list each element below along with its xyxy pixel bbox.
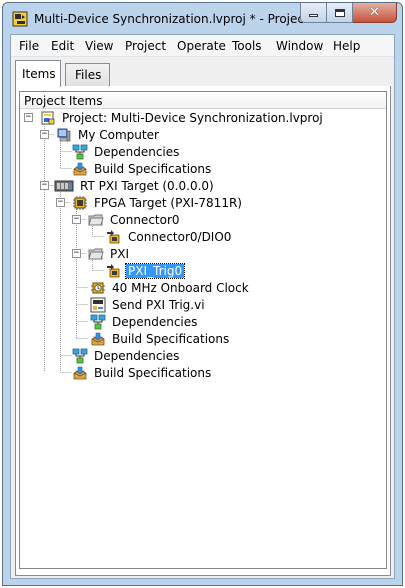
tab-strip: Items Files <box>11 58 394 109</box>
tree-item-my-computer[interactable]: − My Computer <box>40 126 161 143</box>
io-item-icon <box>107 263 120 277</box>
fpga-target-icon <box>73 195 87 210</box>
tab-files[interactable]: Files <box>65 63 110 86</box>
close-icon: ✕ <box>369 5 380 20</box>
computer-icon <box>57 128 71 141</box>
dependencies-icon <box>72 348 88 363</box>
tree-item-label: RT PXI Target (0.0.0.0) <box>80 178 214 193</box>
collapse-toggle[interactable]: − <box>40 181 49 190</box>
menu-project[interactable]: Project <box>125 39 166 53</box>
menu-tools[interactable]: Tools <box>232 39 262 53</box>
tree-item-label: FPGA Target (PXI-7811R) <box>94 195 242 210</box>
folder-icon <box>88 248 104 259</box>
tree-item-label: Build Specifications <box>112 331 230 346</box>
tree-item-label-selected: PXI_Trig0 <box>124 262 186 279</box>
title-bar[interactable]: Multi-Device Synchronization.lvproj * - … <box>3 3 402 34</box>
tree-item-fpga-target[interactable]: − FPGA Target (PXI-7811R) <box>56 194 244 211</box>
tree-item-pxi-folder[interactable]: − PXI <box>72 245 131 262</box>
clock-icon <box>91 282 105 293</box>
tree-item-label: Dependencies <box>112 314 198 329</box>
tree-item-label: Project: Multi-Device Synchronization.lv… <box>62 110 323 125</box>
tree-item-pxi-trig0[interactable]: PXI_Trig0 <box>106 262 186 279</box>
minimize-icon <box>309 14 318 17</box>
collapse-toggle[interactable]: − <box>72 215 81 224</box>
labview-project-icon <box>12 11 28 27</box>
tree-item-label: Send PXI Trig.vi <box>112 297 205 312</box>
tree-item-label: Build Specifications <box>94 161 212 176</box>
window-title: Multi-Device Synchronization.lvproj * - … <box>34 12 321 26</box>
menu-view[interactable]: View <box>85 39 113 53</box>
client-area: File Edit View Project Operate Tools Win… <box>10 34 395 579</box>
project-icon <box>41 111 55 124</box>
tree-item-send-pxi-trig-vi[interactable]: Send PXI Trig.vi <box>90 296 207 313</box>
tab-items[interactable]: Items <box>15 60 61 87</box>
tree-item-dependencies[interactable]: Dependencies <box>90 313 199 330</box>
tree-item-build-specifications[interactable]: Build Specifications <box>90 330 231 347</box>
tree-item-label: My Computer <box>78 127 159 142</box>
tree-item-label: Build Specifications <box>94 365 212 380</box>
maximize-button[interactable] <box>327 3 353 23</box>
tree-item-project[interactable]: − Project: Multi-Device Synchronization.… <box>24 109 325 126</box>
minimize-button[interactable] <box>300 3 327 23</box>
tree-item-onboard-clock[interactable]: 40 MHz Onboard Clock <box>90 279 251 296</box>
project-explorer-window: Multi-Device Synchronization.lvproj * - … <box>2 2 403 586</box>
vi-icon <box>90 297 106 312</box>
tree-item-dependencies[interactable]: Dependencies <box>72 143 181 160</box>
menu-file[interactable]: File <box>19 39 39 53</box>
tree-item-label: Dependencies <box>94 144 180 159</box>
window-controls: ✕ <box>300 3 397 23</box>
dependencies-icon <box>72 144 88 159</box>
menu-window[interactable]: Window <box>276 39 323 53</box>
tree-item-rt-pxi-target[interactable]: − RT PXI Target (0.0.0.0) <box>40 177 216 194</box>
tree-item-build-specifications[interactable]: Build Specifications <box>72 364 213 381</box>
tree-item-label: PXI <box>110 246 129 261</box>
collapse-toggle[interactable]: − <box>40 130 49 139</box>
tree-item-label: Connector0/DIO0 <box>128 229 232 244</box>
tree-item-build-specifications[interactable]: Build Specifications <box>72 160 213 177</box>
tree-item-connector0[interactable]: − Connector0 <box>72 211 182 228</box>
dependencies-icon <box>90 314 106 329</box>
project-tree[interactable]: Project Items − Project: Multi-Device Sy… <box>19 91 387 569</box>
items-panel: Project Items − Project: Multi-Device Sy… <box>15 86 391 576</box>
collapse-toggle[interactable]: − <box>72 249 81 258</box>
tree-item-label: Dependencies <box>94 348 180 363</box>
tree-item-label: Connector0 <box>110 212 180 227</box>
tree-item-connector0-dio0[interactable]: Connector0/DIO0 <box>106 228 233 245</box>
collapse-toggle[interactable]: − <box>24 113 33 122</box>
close-button[interactable]: ✕ <box>353 3 397 23</box>
menu-help[interactable]: Help <box>333 39 360 53</box>
maximize-icon <box>334 8 345 17</box>
menu-bar: File Edit View Project Operate Tools Win… <box>11 35 394 57</box>
build-specifications-icon <box>73 366 87 379</box>
tree-item-dependencies[interactable]: Dependencies <box>72 347 181 364</box>
rt-target-icon <box>54 180 74 191</box>
menu-edit[interactable]: Edit <box>51 39 74 53</box>
io-item-icon <box>107 229 120 243</box>
tree-item-label: 40 MHz Onboard Clock <box>112 280 249 295</box>
build-specifications-icon <box>73 162 87 175</box>
build-specifications-icon <box>91 332 105 345</box>
folder-icon <box>88 214 104 225</box>
menu-operate[interactable]: Operate <box>177 39 226 53</box>
collapse-toggle[interactable]: − <box>56 198 65 207</box>
